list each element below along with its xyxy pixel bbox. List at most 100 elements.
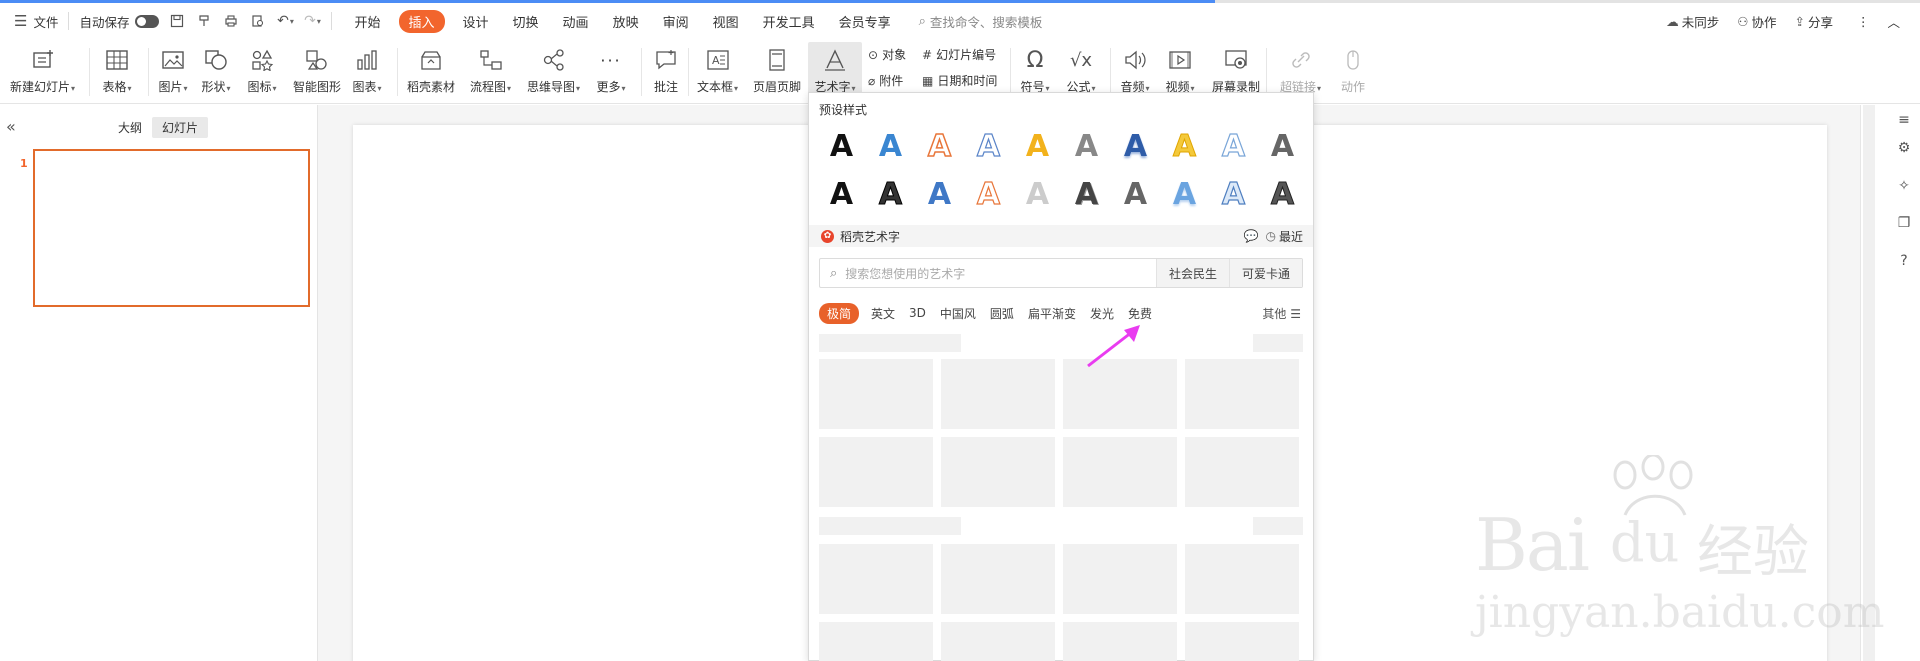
attachment-button[interactable]: ⌀ 附件 bbox=[868, 72, 903, 89]
autosave-toggle[interactable]: 自动保存 bbox=[79, 12, 160, 31]
attachment-label: 附件 bbox=[879, 74, 904, 88]
collaborate-button[interactable]: ⚇ 协作 bbox=[1737, 12, 1776, 31]
undo-icon[interactable]: ↶ ▾ bbox=[276, 12, 294, 30]
more-options-button[interactable]: ⋮ bbox=[1857, 14, 1870, 29]
category-tab[interactable]: 扁平渐变 bbox=[1028, 305, 1076, 322]
sync-button[interactable]: ☁ 未同步 bbox=[1666, 12, 1719, 31]
table-button[interactable]: 表格▾ bbox=[102, 42, 132, 104]
preset-style[interactable]: A bbox=[1258, 127, 1307, 167]
preset-style[interactable]: A bbox=[1258, 175, 1307, 215]
icon-label: 图标 bbox=[247, 80, 272, 94]
menu-tabs: 开始 插入 设计 切换 动画 放映 审阅 视图 开发工具 会员专享 bbox=[342, 9, 902, 33]
preset-style[interactable]: A bbox=[866, 127, 915, 167]
mindmap-button[interactable]: 思维导图▾ bbox=[527, 42, 580, 104]
preset-style[interactable]: A bbox=[915, 175, 964, 215]
preset-style[interactable]: A bbox=[964, 175, 1013, 215]
tab-view[interactable]: 视图 bbox=[713, 12, 739, 31]
mindmap-icon bbox=[539, 46, 569, 74]
preset-style[interactable]: A bbox=[1062, 175, 1111, 215]
tab-insert[interactable]: 插入 bbox=[398, 9, 445, 33]
action-button[interactable]: 动作 bbox=[1338, 42, 1368, 104]
preset-style[interactable]: A bbox=[1209, 127, 1258, 167]
help-icon[interactable]: ? bbox=[1895, 252, 1913, 270]
category-tab[interactable]: 免费 bbox=[1128, 305, 1152, 322]
slide-thumbnail[interactable] bbox=[33, 149, 310, 307]
table-icon bbox=[102, 46, 132, 74]
category-tab[interactable]: 圆弧 bbox=[990, 305, 1014, 322]
category-tab[interactable]: 极简 bbox=[819, 302, 860, 324]
pin-icon[interactable]: ✧ bbox=[1895, 177, 1913, 195]
shape-button[interactable]: 形状▾ bbox=[201, 42, 231, 104]
preset-styles-title: 预设样式 bbox=[819, 103, 868, 117]
tab-developer[interactable]: 开发工具 bbox=[763, 12, 815, 31]
tab-slides[interactable]: 幻灯片 bbox=[152, 117, 209, 138]
redo-icon[interactable]: ↷ ▾ bbox=[303, 12, 321, 30]
print-icon[interactable] bbox=[222, 12, 240, 30]
comment-button[interactable]: 批注 bbox=[651, 42, 681, 104]
save-icon[interactable] bbox=[168, 12, 186, 30]
search-chip[interactable]: 可爱卡通 bbox=[1228, 259, 1302, 287]
search-chip[interactable]: 社会民生 bbox=[1155, 259, 1229, 287]
chart-icon bbox=[352, 46, 382, 74]
scrollbar[interactable] bbox=[1863, 105, 1875, 661]
paperclip-icon: ⌀ bbox=[868, 73, 876, 88]
preset-style[interactable]: A bbox=[1160, 127, 1209, 167]
new-slide-button[interactable]: 新建幻灯片▾ bbox=[10, 42, 75, 104]
command-search[interactable]: ⌕ 查找命令、搜索模板 bbox=[919, 12, 1043, 31]
menu-lines-icon[interactable]: ≡ bbox=[1895, 111, 1913, 129]
preset-style[interactable]: A bbox=[1062, 127, 1111, 167]
tab-outline[interactable]: 大纲 bbox=[108, 117, 152, 138]
textbox-button[interactable]: A 文本框▾ bbox=[697, 42, 738, 104]
tab-transition[interactable]: 切换 bbox=[513, 12, 539, 31]
object-button[interactable]: ⊙ 对象 bbox=[868, 46, 906, 63]
slides-icon[interactable]: ❐ bbox=[1895, 214, 1913, 232]
collapse-ribbon-button[interactable]: ︿ bbox=[1887, 12, 1900, 31]
category-tab-glow[interactable]: 发光 bbox=[1090, 305, 1114, 322]
icon-button[interactable]: 图标▾ bbox=[247, 42, 277, 104]
preset-style[interactable]: A bbox=[1013, 127, 1062, 167]
picture-button[interactable]: 图片▾ bbox=[158, 42, 188, 104]
category-tab[interactable]: 英文 bbox=[871, 305, 895, 322]
date-time-button[interactable]: ▦ 日期和时间 bbox=[922, 72, 997, 89]
category-tab[interactable]: 中国风 bbox=[940, 305, 976, 322]
tab-home[interactable]: 开始 bbox=[354, 12, 380, 31]
tab-review[interactable]: 审阅 bbox=[663, 12, 689, 31]
more-button[interactable]: ··· 更多▾ bbox=[596, 42, 626, 104]
preset-style[interactable]: A bbox=[1209, 175, 1258, 215]
link-icon bbox=[1286, 46, 1316, 74]
mindmap-label: 思维导图 bbox=[527, 80, 576, 94]
tab-slideshow[interactable]: 放映 bbox=[613, 12, 639, 31]
preset-style[interactable]: A bbox=[964, 127, 1013, 167]
share-button[interactable]: ⇪ 分享 bbox=[1794, 12, 1833, 31]
preset-style[interactable]: A bbox=[1111, 175, 1160, 215]
wordart-search[interactable]: ⌕ 搜索您想使用的艺术字 社会民生 可爱卡通 bbox=[819, 258, 1303, 288]
preset-style[interactable]: A bbox=[817, 127, 866, 167]
collapse-panel-icon[interactable]: « bbox=[6, 117, 16, 136]
preset-style[interactable]: A bbox=[1160, 175, 1209, 215]
tab-animation[interactable]: 动画 bbox=[563, 12, 589, 31]
header-footer-button[interactable]: 页眉页脚 bbox=[753, 42, 801, 104]
slide-number-button[interactable]: # 幻灯片编号 bbox=[922, 46, 996, 63]
format-painter-icon[interactable] bbox=[195, 12, 213, 30]
print-preview-icon[interactable] bbox=[249, 12, 267, 30]
other-categories-button[interactable]: 其他 ☰ bbox=[1262, 305, 1301, 322]
preset-style[interactable]: A bbox=[817, 175, 866, 215]
tab-design[interactable]: 设计 bbox=[463, 12, 489, 31]
preset-style[interactable]: A bbox=[866, 175, 915, 215]
recent-button[interactable]: 💬 ◷ 最近 bbox=[1236, 228, 1303, 245]
preset-style[interactable]: A bbox=[1111, 127, 1160, 167]
wordart-icon bbox=[820, 46, 850, 74]
skeleton-card bbox=[819, 437, 933, 507]
skeleton-card bbox=[1185, 544, 1299, 614]
preset-style[interactable]: A bbox=[915, 127, 964, 167]
preset-style[interactable]: A bbox=[1013, 175, 1062, 215]
chart-button[interactable]: 图表▾ bbox=[352, 42, 382, 104]
settings-sliders-icon[interactable]: ⚙ bbox=[1895, 139, 1913, 157]
file-menu[interactable]: ☰ 文件 bbox=[14, 12, 58, 31]
skeleton-card bbox=[1063, 437, 1177, 507]
category-tab[interactable]: 3D bbox=[909, 306, 926, 320]
shell-material-button[interactable]: 稻壳素材 bbox=[407, 42, 455, 104]
flowchart-button[interactable]: 流程图▾ bbox=[470, 42, 511, 104]
tab-member[interactable]: 会员专享 bbox=[839, 12, 891, 31]
smartart-button[interactable]: 智能图形 bbox=[293, 42, 341, 104]
